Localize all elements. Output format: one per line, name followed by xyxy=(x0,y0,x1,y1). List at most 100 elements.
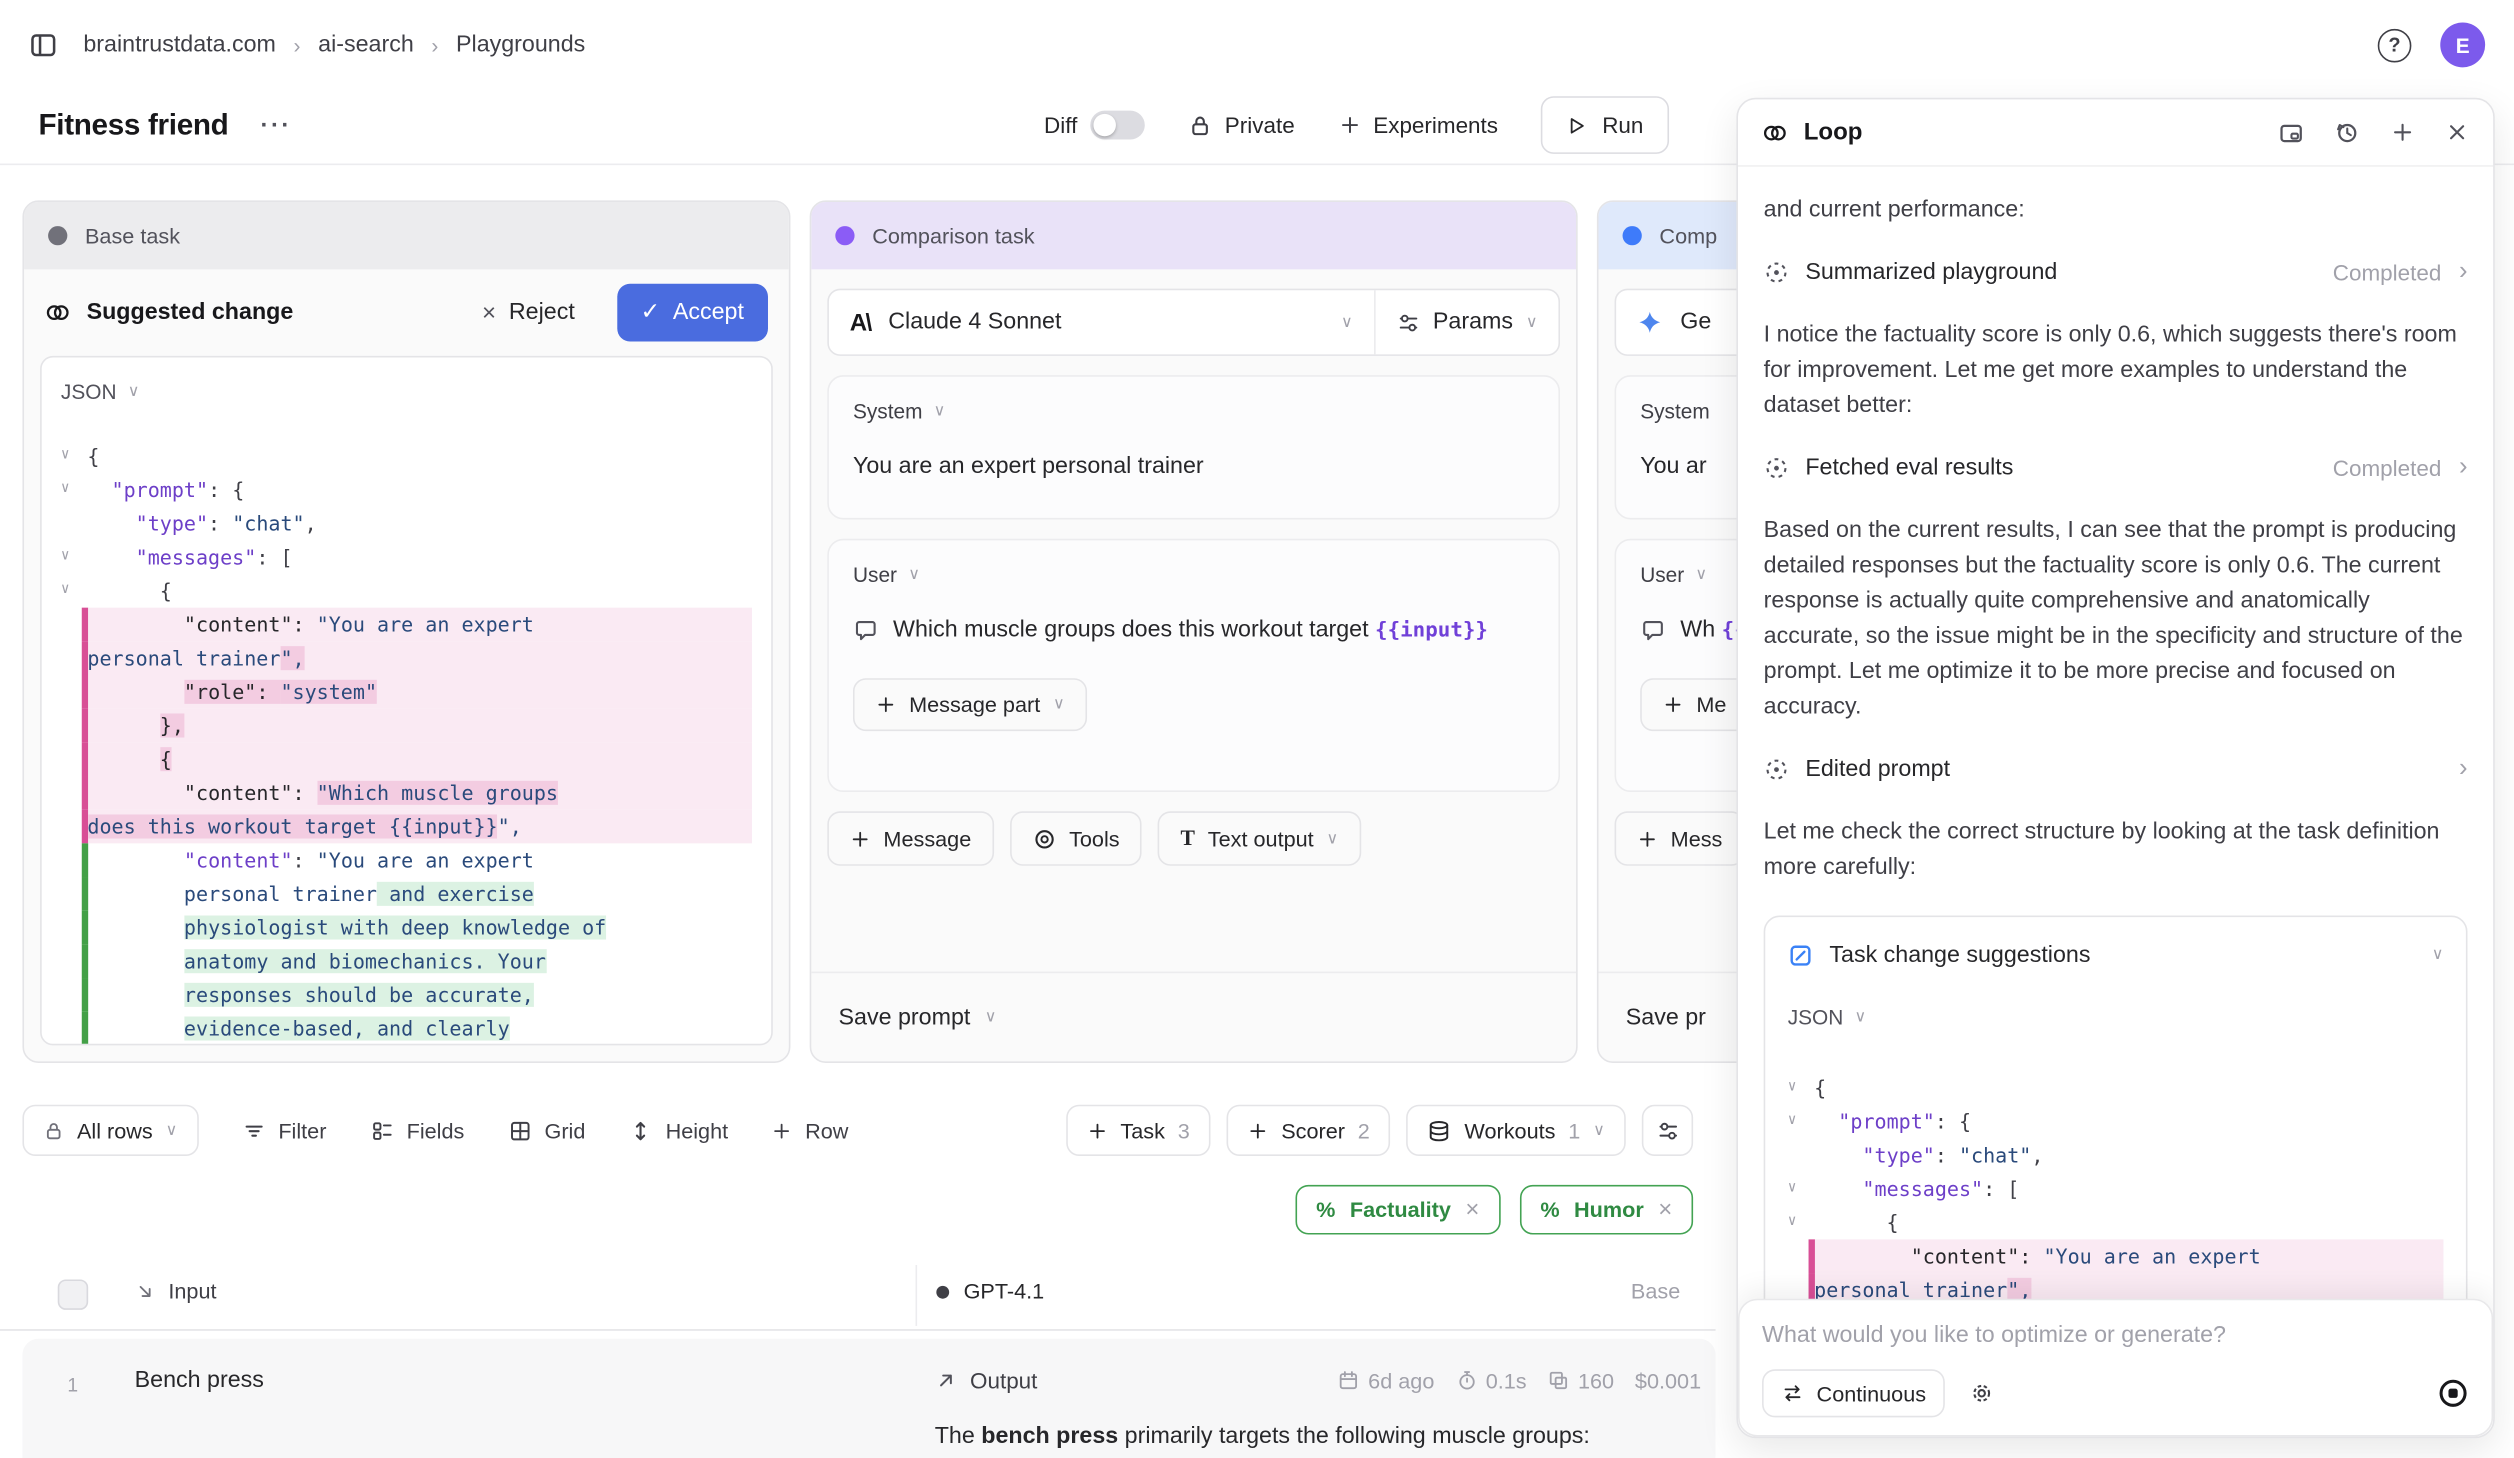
toggle-switch[interactable] xyxy=(1090,111,1145,140)
user-message-text[interactable]: Which muscle groups does this workout ta… xyxy=(853,612,1534,649)
base-json-editor[interactable]: JSON ∨ ∨{∨ "prompt": { "type": "chat",∨ … xyxy=(40,356,773,1045)
model-select[interactable]: A\ Claude 4 Sonnet ∨ xyxy=(829,290,1375,354)
fields-button[interactable]: Fields xyxy=(370,1118,465,1142)
plus-icon xyxy=(1663,694,1684,715)
add-message-button[interactable]: Message xyxy=(827,811,993,866)
stop-button[interactable] xyxy=(2437,1377,2469,1409)
remove-scorer-icon[interactable]: × xyxy=(1465,1196,1479,1223)
gemini-sparkle-icon xyxy=(1637,309,1663,335)
comparison-task-2-title: Comp xyxy=(1659,224,1717,248)
user-message-card[interactable]: User ∨ Which muscle groups does this wor… xyxy=(827,539,1560,792)
message-part-button[interactable]: Me xyxy=(1640,678,1749,731)
close-icon[interactable] xyxy=(2445,120,2469,144)
all-rows-select[interactable]: All rows ∨ xyxy=(22,1105,198,1156)
more-options-button[interactable]: ··· xyxy=(261,111,292,138)
continuous-mode-button[interactable]: Continuous xyxy=(1762,1369,1945,1417)
help-icon[interactable]: ? xyxy=(2378,28,2412,62)
settings-gear-icon[interactable] xyxy=(1969,1380,1995,1406)
system-message-text[interactable]: You are an expert personal trainer xyxy=(853,449,1534,486)
breadcrumb-project[interactable]: ai-search xyxy=(318,32,414,58)
grid-settings-button[interactable] xyxy=(1642,1105,1693,1156)
output-label: Output xyxy=(970,1368,1037,1394)
reject-button[interactable]: ×Reject xyxy=(482,299,575,326)
loop-panel-title: Loop xyxy=(1804,119,1863,146)
table-divider xyxy=(0,1329,1716,1331)
chevron-down-icon: ∨ xyxy=(166,1122,178,1140)
add-task-button[interactable]: Task 3 xyxy=(1066,1105,1211,1156)
text-output-button[interactable]: T Text output ∨ xyxy=(1158,811,1361,866)
diff-toggle[interactable]: Diff xyxy=(1044,111,1145,140)
loop-icon xyxy=(1762,119,1788,145)
chevron-right-icon: › xyxy=(2459,451,2468,486)
loop-step-summarized[interactable]: Summarized playground Completed› xyxy=(1764,255,2468,290)
template-variable: {{input}} xyxy=(1375,619,1488,643)
height-button[interactable]: Height xyxy=(629,1118,728,1142)
dataset-select[interactable]: Workouts 1 ∨ xyxy=(1407,1105,1626,1156)
loop-step-edited[interactable]: Edited prompt › xyxy=(1764,752,2468,787)
add-message-button[interactable]: Mess xyxy=(1615,811,1745,866)
add-scorer-button[interactable]: Scorer 2 xyxy=(1227,1105,1391,1156)
base-task-title: Base task xyxy=(85,224,180,248)
model-name: Ge xyxy=(1680,309,1711,335)
scorer-badge-humor[interactable]: % Humor × xyxy=(1519,1185,1693,1235)
json-mode-select[interactable]: JSON ∨ xyxy=(61,380,752,404)
breadcrumb-org[interactable]: braintrustdata.com xyxy=(83,32,276,58)
grid-button[interactable]: Grid xyxy=(508,1118,586,1142)
user-role-select[interactable]: User ∨ xyxy=(853,563,1534,587)
model-row: A\ Claude 4 Sonnet ∨ Params ∨ xyxy=(827,289,1560,356)
avatar[interactable]: E xyxy=(2440,22,2485,67)
history-icon[interactable] xyxy=(2334,119,2360,145)
scorer-badge-factuality[interactable]: % Factuality × xyxy=(1295,1185,1500,1235)
lock-icon xyxy=(1188,113,1212,137)
filter-button[interactable]: Filter xyxy=(241,1118,326,1142)
chevron-down-icon: ∨ xyxy=(1855,1000,1867,1035)
cost-stat: $0.001 xyxy=(1635,1368,1701,1392)
loop-text: Let me check the correct structure by lo… xyxy=(1764,814,2468,885)
message-bubble-icon xyxy=(853,617,879,643)
loop-prompt-input[interactable]: What would you like to optimize or gener… xyxy=(1762,1323,2469,1349)
model-column-header[interactable]: GPT-4.1 xyxy=(936,1279,1044,1303)
page-title: Fitness friend xyxy=(38,107,228,142)
play-icon xyxy=(1567,115,1588,136)
select-all-checkbox[interactable] xyxy=(58,1279,88,1309)
row-number: 1 xyxy=(67,1374,78,1396)
edit-square-icon xyxy=(1788,943,1814,969)
json-mode-select[interactable]: JSON ∨ xyxy=(1788,1000,2444,1035)
task-count-badge: 3 xyxy=(1178,1118,1190,1142)
remove-scorer-icon[interactable]: × xyxy=(1658,1196,1672,1223)
sliders-icon xyxy=(1655,1118,1679,1142)
add-row-button[interactable]: Row xyxy=(771,1118,848,1142)
row-input-cell[interactable]: Bench press xyxy=(135,1368,264,1394)
tools-button[interactable]: Tools xyxy=(1010,811,1142,866)
plus-icon xyxy=(875,694,896,715)
model-dot-icon xyxy=(936,1285,949,1298)
breadcrumb: braintrustdata.com › ai-search › Playgro… xyxy=(83,32,585,58)
private-button[interactable]: Private xyxy=(1188,112,1295,138)
accept-button[interactable]: ✓Accept xyxy=(616,284,768,342)
grid-toolbar: All rows ∨ Filter Fields Grid Height xyxy=(22,1105,1693,1156)
system-role-select[interactable]: System ∨ xyxy=(853,399,1534,423)
table-row[interactable]: 1 Bench press Output 6d ago 0.1s xyxy=(22,1339,1715,1458)
column-divider xyxy=(915,1265,917,1326)
database-icon xyxy=(1428,1118,1452,1142)
comparison-task-title: Comparison task xyxy=(872,224,1034,248)
task-change-suggestions-card[interactable]: Task change suggestions ∨ JSON ∨ ∨{∨ "pr… xyxy=(1764,915,2468,1362)
run-button[interactable]: Run xyxy=(1541,96,1669,154)
base-column-label: Base xyxy=(1631,1279,1680,1303)
new-chat-icon[interactable] xyxy=(2391,120,2415,144)
sidebar-toggle-icon[interactable] xyxy=(29,30,58,59)
arrow-up-right-icon[interactable] xyxy=(935,1369,957,1391)
input-column-header[interactable]: Input xyxy=(135,1279,217,1303)
params-button[interactable]: Params ∨ xyxy=(1375,290,1558,354)
breadcrumb-section[interactable]: Playgrounds xyxy=(456,32,585,58)
experiments-button[interactable]: Experiments xyxy=(1338,112,1498,138)
loop-step-fetched[interactable]: Fetched eval results Completed› xyxy=(1764,451,2468,486)
playground-main: Base task Suggested change ×Reject ✓Acce… xyxy=(0,164,2514,1458)
row-output-cell[interactable]: Output 6d ago 0.1s 160 xyxy=(935,1368,1701,1458)
message-part-button[interactable]: Message part ∨ xyxy=(853,678,1087,731)
popout-icon[interactable] xyxy=(2278,119,2304,145)
system-message-card[interactable]: System ∨ You are an expert personal trai… xyxy=(827,375,1560,519)
chevron-down-icon: ∨ xyxy=(934,402,946,420)
plus-icon xyxy=(1637,828,1658,849)
save-prompt-button[interactable]: Save prompt ∨ xyxy=(811,972,1576,1062)
